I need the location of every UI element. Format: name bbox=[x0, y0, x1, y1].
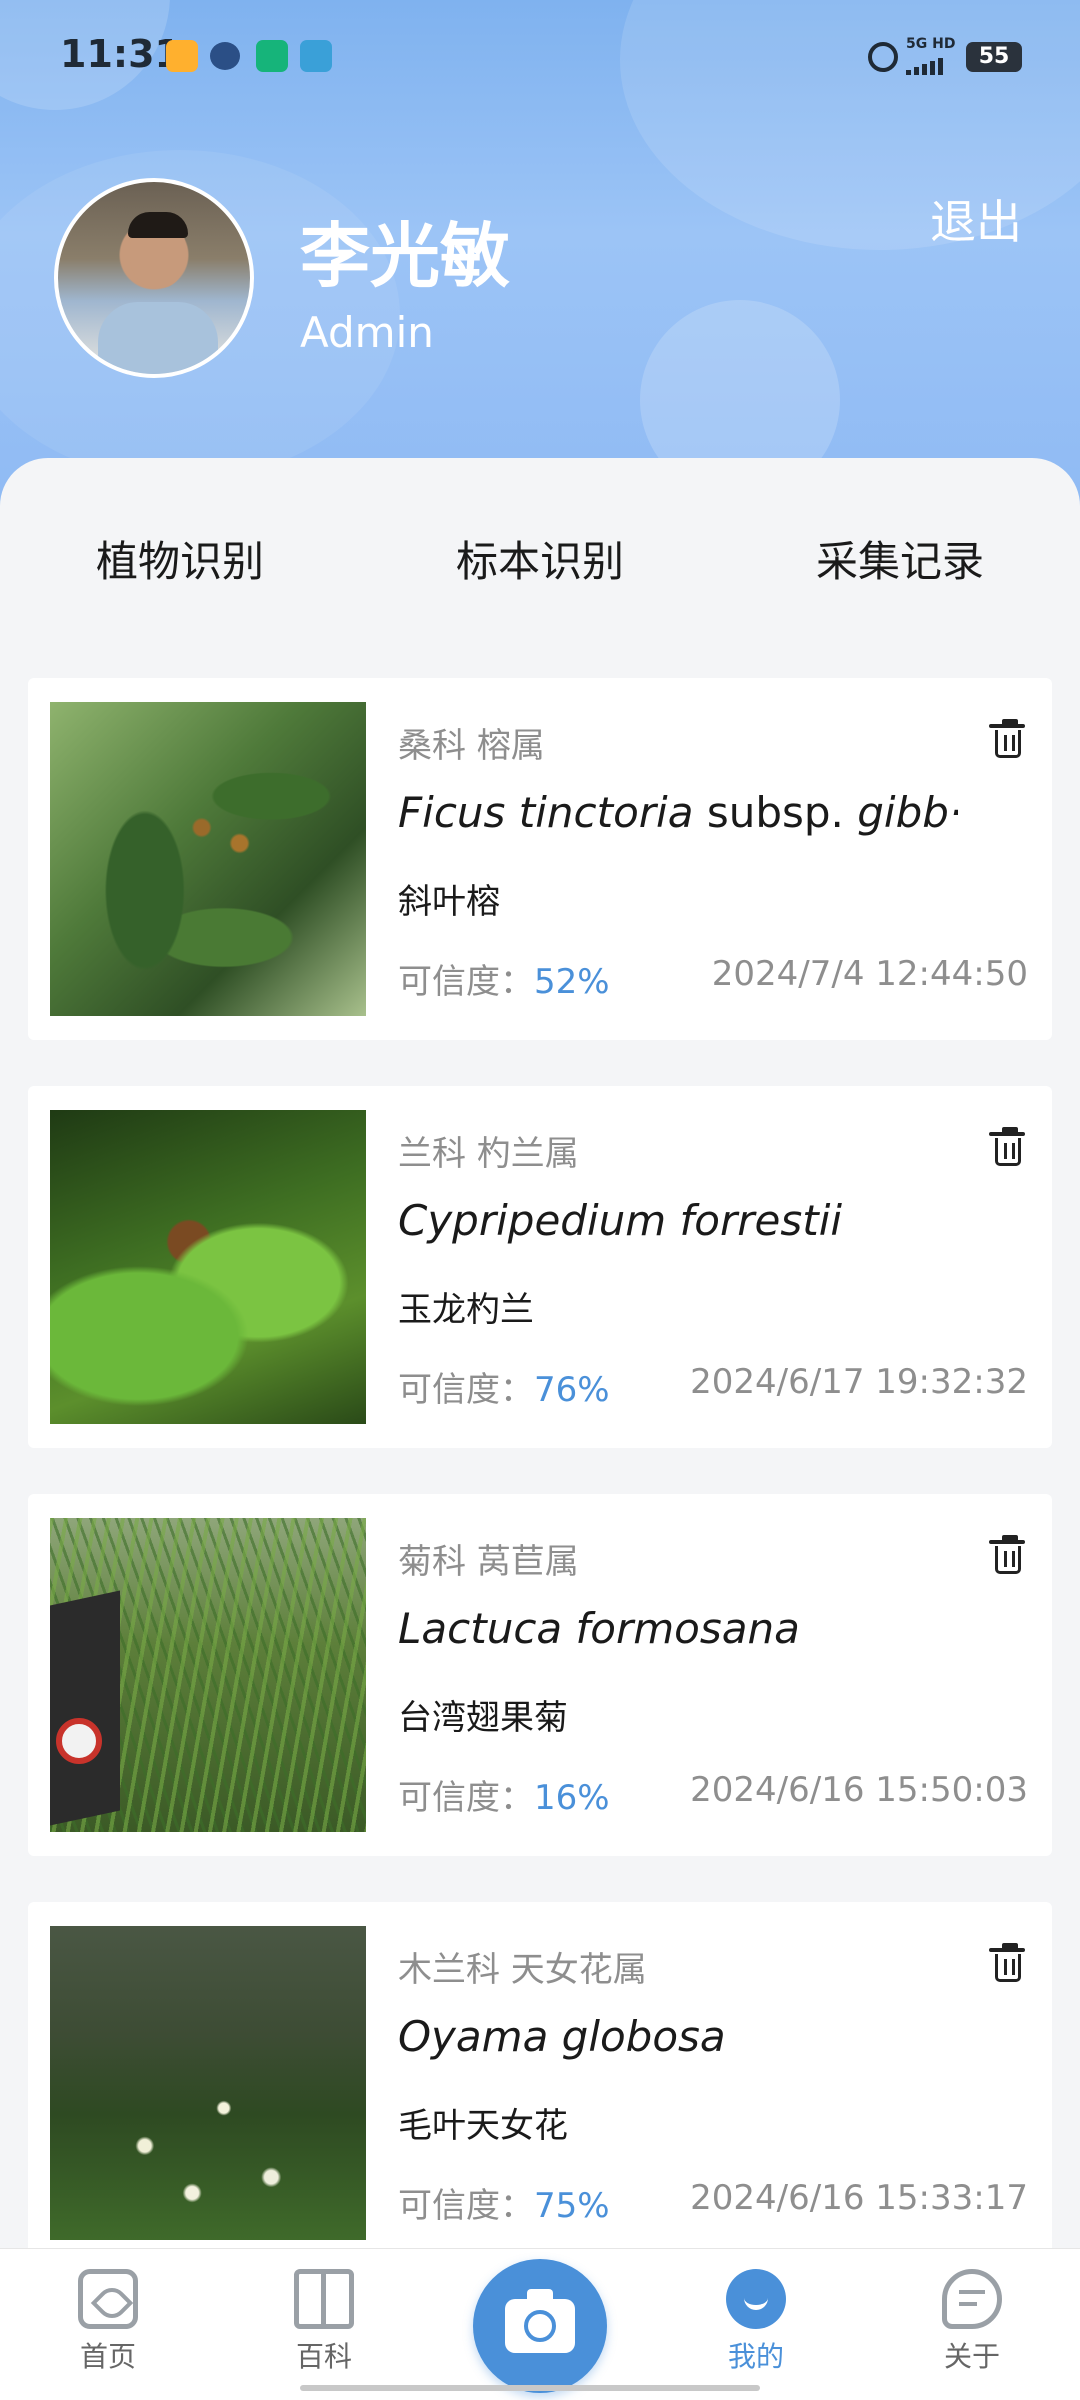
bottom-navigation: 首页 百科 我的 关于 bbox=[0, 2248, 1080, 2400]
nav-home[interactable]: 首页 bbox=[38, 2269, 178, 2375]
confidence: 可信度：75% bbox=[398, 2186, 610, 2226]
confidence: 可信度：76% bbox=[398, 1370, 610, 1410]
nav-mine[interactable]: 我的 bbox=[686, 2269, 826, 2375]
leaf-icon bbox=[78, 2269, 138, 2329]
tab-plant-identification[interactable]: 植物识别 bbox=[96, 528, 264, 589]
family-genus: 菊科 莴苣属 bbox=[398, 1542, 579, 1582]
nav-encyclopedia-label: 百科 bbox=[295, 2340, 352, 2373]
plant-photo[interactable] bbox=[50, 1518, 366, 1832]
smile-icon bbox=[726, 2269, 786, 2329]
plant-photo[interactable] bbox=[50, 702, 366, 1016]
network-label: 5G HD bbox=[906, 36, 956, 52]
confidence: 可信度：52% bbox=[398, 962, 610, 1002]
app-notification-icon bbox=[300, 40, 332, 72]
alarm-icon bbox=[868, 42, 898, 72]
family-genus: 兰科 杓兰属 bbox=[398, 1134, 579, 1174]
message-notification-icon bbox=[210, 42, 240, 70]
confidence-value: 16% bbox=[534, 1778, 610, 1818]
record-timestamp: 2024/6/16 15:50:03 bbox=[690, 1770, 1028, 1810]
record-timestamp: 2024/6/16 15:33:17 bbox=[690, 2178, 1028, 2218]
chat-bubble-icon bbox=[942, 2269, 1002, 2329]
record-card[interactable]: 菊科 莴苣属 Lactuca formosana 台湾翅果菊 可信度：16% 2… bbox=[28, 1494, 1052, 1856]
family-genus: 桑科 榕属 bbox=[398, 726, 545, 766]
user-name: 李光敏 bbox=[300, 215, 510, 297]
scientific-name: Cypripedium forrestii bbox=[398, 1196, 843, 1245]
tab-bar: 植物识别 标本识别 采集记录 bbox=[0, 528, 1080, 684]
nav-mine-label: 我的 bbox=[727, 2340, 784, 2373]
record-timestamp: 2024/7/4 12:44:50 bbox=[711, 954, 1028, 994]
home-indicator[interactable] bbox=[300, 2385, 760, 2391]
nav-encyclopedia[interactable]: 百科 bbox=[254, 2269, 394, 2375]
confidence: 可信度：16% bbox=[398, 1778, 610, 1818]
scientific-name: Oyama globosa bbox=[398, 2012, 726, 2061]
signal-icon bbox=[906, 58, 943, 75]
record-card[interactable]: 木兰科 天女花属 Oyama globosa 毛叶天女花 可信度：75% 202… bbox=[28, 1902, 1052, 2264]
camera-button[interactable] bbox=[473, 2259, 607, 2393]
battery-indicator: 55 bbox=[966, 42, 1022, 72]
plant-photo[interactable] bbox=[50, 1110, 366, 1424]
scientific-name: Lactuca formosana bbox=[398, 1604, 800, 1653]
logout-button[interactable]: 退出 bbox=[930, 186, 1022, 252]
common-name: 台湾翅果菊 bbox=[398, 1698, 568, 1738]
record-card[interactable]: 桑科 榕属 Ficus tinctoria subsp. gibb··· 斜叶榕… bbox=[28, 678, 1052, 1040]
profile-header: 11:31 5G HD 55 李光敏 Admin 退出 bbox=[0, 0, 1080, 520]
plant-photo[interactable] bbox=[50, 1926, 366, 2240]
trash-icon[interactable] bbox=[989, 1943, 1025, 1982]
status-bar: 11:31 5G HD 55 bbox=[0, 0, 1080, 110]
family-genus: 木兰科 天女花属 bbox=[398, 1950, 647, 1990]
common-name: 毛叶天女花 bbox=[398, 2106, 568, 2146]
tab-specimen-identification[interactable]: 标本识别 bbox=[456, 528, 624, 589]
trash-icon[interactable] bbox=[989, 1535, 1025, 1574]
book-icon bbox=[294, 2269, 354, 2329]
nav-about[interactable]: 关于 bbox=[902, 2269, 1042, 2375]
trash-icon[interactable] bbox=[989, 1127, 1025, 1166]
record-timestamp: 2024/6/17 19:32:32 bbox=[690, 1362, 1028, 1402]
common-name: 斜叶榕 bbox=[398, 882, 500, 922]
avatar[interactable] bbox=[54, 178, 254, 378]
app-notification-icon bbox=[166, 40, 198, 72]
confidence-value: 76% bbox=[534, 1370, 610, 1410]
tab-collection-records[interactable]: 采集记录 bbox=[816, 528, 984, 589]
user-role: Admin bbox=[300, 308, 434, 357]
nav-home-label: 首页 bbox=[79, 2340, 136, 2373]
confidence-value: 52% bbox=[534, 962, 610, 1002]
home-app-notification-icon bbox=[256, 40, 288, 72]
status-time: 11:31 bbox=[60, 32, 181, 76]
confidence-value: 75% bbox=[534, 2186, 610, 2226]
common-name: 玉龙杓兰 bbox=[398, 1290, 534, 1330]
camera-icon bbox=[505, 2289, 575, 2353]
content-panel: 植物识别 标本识别 采集记录 桑科 榕属 Ficus tinctoria sub… bbox=[0, 458, 1080, 2264]
record-card[interactable]: 兰科 杓兰属 Cypripedium forrestii 玉龙杓兰 可信度：76… bbox=[28, 1086, 1052, 1448]
trash-icon[interactable] bbox=[989, 719, 1025, 758]
nav-about-label: 关于 bbox=[943, 2340, 1000, 2373]
scientific-name: Ficus tinctoria subsp. gibb··· bbox=[398, 788, 958, 837]
